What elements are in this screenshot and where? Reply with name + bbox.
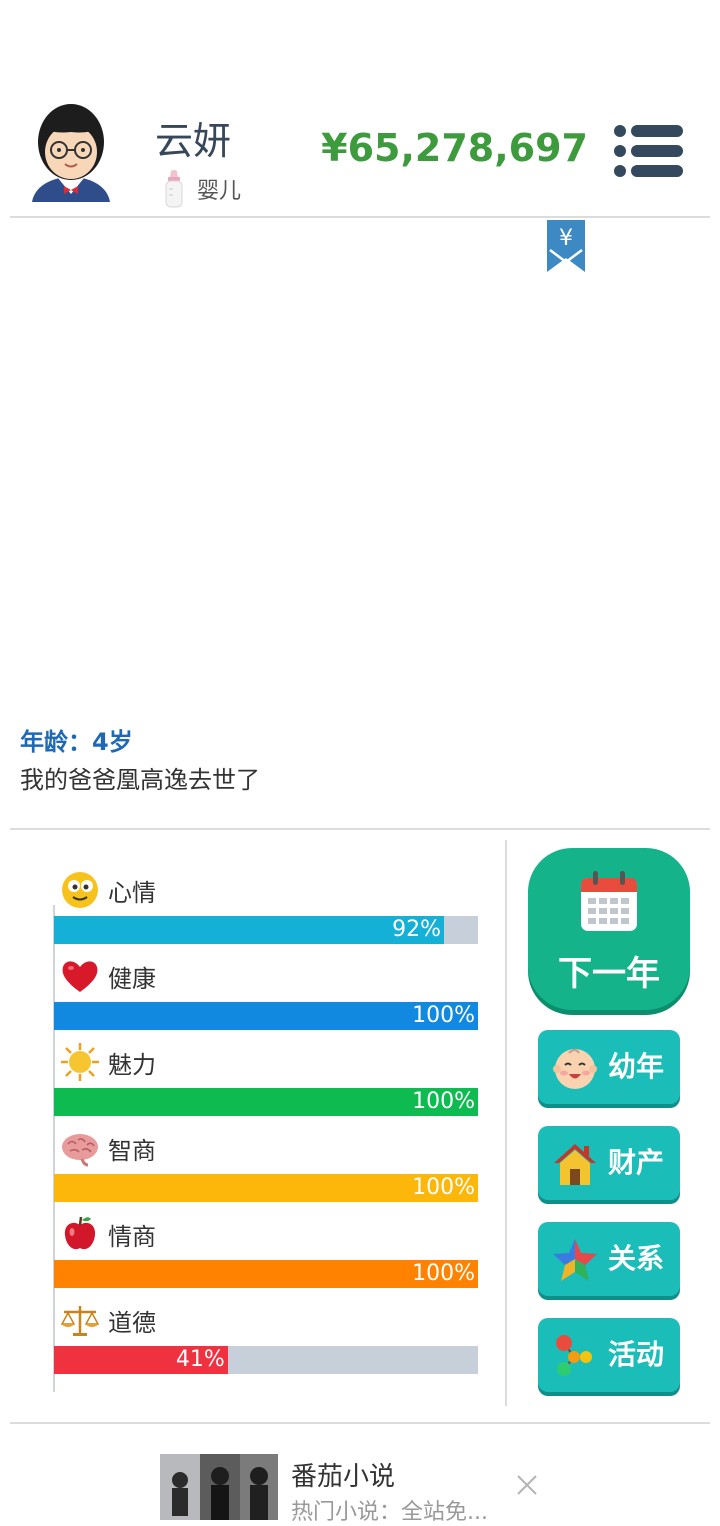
life-stage: 婴儿 [163, 168, 241, 210]
stat-health: 健康 100% [54, 956, 478, 1042]
heart-icon [62, 961, 98, 992]
stat-bar-fill: 41% [54, 1346, 228, 1374]
ad-thumbnail-image [160, 1454, 278, 1520]
ad-title[interactable]: 番茄小说 [291, 1456, 395, 1493]
relations-button[interactable]: 关系 [538, 1222, 680, 1296]
header-divider [10, 216, 710, 218]
smiley-icon [62, 872, 98, 908]
stat-bar-fill: 92% [54, 916, 445, 944]
house-icon [554, 1144, 596, 1185]
star-icon [553, 1239, 597, 1281]
assets-button[interactable]: 财产 [538, 1126, 680, 1200]
activities-label: 活动 [608, 1338, 665, 1371]
brain-icon [62, 1134, 98, 1167]
stat-bar-fill: 100% [54, 1174, 478, 1202]
panel-divider [505, 840, 507, 1406]
stat-label: 智商 [108, 1136, 156, 1165]
close-icon[interactable] [512, 1470, 542, 1500]
calendar-icon [581, 871, 637, 931]
stat-bar: 100% [54, 1174, 478, 1202]
stat-value: 100% [412, 1261, 475, 1286]
ad-subtitle[interactable]: 热门小说：全站免... [291, 1494, 488, 1526]
molecule-icon [556, 1335, 592, 1376]
stat-value: 41% [175, 1347, 225, 1372]
yen-bookmark-icon[interactable]: ¥ [547, 220, 585, 272]
assets-label: 财产 [608, 1146, 665, 1179]
ad-banner[interactable]: 番茄小说 热门小说：全站免... [0, 1426, 720, 1525]
ad-thumbnail[interactable] [160, 1454, 278, 1520]
sun-icon [61, 1043, 99, 1081]
stat-bar: 100% [54, 1002, 478, 1030]
apple-icon [64, 1216, 96, 1250]
stat-label: 情商 [108, 1222, 156, 1251]
stat-morality: 道德 41% [54, 1300, 478, 1386]
stat-label: 魅力 [108, 1050, 156, 1079]
childhood-label: 幼年 [608, 1050, 665, 1083]
stat-bar-fill: 100% [54, 1088, 478, 1116]
stat-value: 100% [412, 1089, 475, 1114]
money-balance: ¥65,278,697 [321, 126, 588, 170]
scales-icon [60, 1306, 100, 1336]
next-year-button[interactable]: 下一年 [528, 848, 690, 1010]
log-divider [10, 828, 710, 830]
player-name: 云妍 [155, 119, 232, 163]
stat-bar: 100% [54, 1260, 478, 1288]
player-header: 云妍 婴儿 ¥65,278,697 [0, 0, 720, 218]
childhood-button[interactable]: 幼年 [538, 1030, 680, 1104]
stat-value: 100% [412, 1003, 475, 1028]
list-menu-icon[interactable] [613, 124, 683, 178]
stat-bar-fill: 100% [54, 1002, 478, 1030]
stat-charm: 魅力 100% [54, 1042, 478, 1128]
stat-eq: 情商 100% [54, 1214, 478, 1300]
life-stage-label: 婴儿 [197, 179, 242, 204]
stat-bar: 100% [54, 1088, 478, 1116]
stat-label: 心情 [108, 878, 156, 907]
stat-label: 道德 [108, 1308, 156, 1337]
stat-bar: 41% [54, 1346, 478, 1374]
stat-label: 健康 [108, 964, 156, 993]
baby-bottle-icon [165, 170, 183, 208]
stat-iq: 智商 100% [54, 1128, 478, 1214]
activities-button[interactable]: 活动 [538, 1318, 680, 1392]
stat-bar: 92% [54, 916, 478, 944]
stat-value: 92% [392, 917, 442, 942]
next-year-label: 下一年 [558, 954, 660, 994]
relations-label: 关系 [608, 1242, 665, 1275]
footer-divider [10, 1422, 710, 1424]
avatar[interactable] [28, 98, 114, 204]
event-line: 我的爸爸凰高逸去世了 [20, 766, 260, 794]
age-line: 年龄：4岁 [20, 728, 133, 756]
bookmark-symbol: ¥ [559, 226, 573, 251]
baby-face-icon [553, 1049, 597, 1089]
stat-value: 100% [412, 1175, 475, 1200]
stat-mood: 心情 92% [54, 870, 478, 956]
stat-bar-fill: 100% [54, 1260, 478, 1288]
